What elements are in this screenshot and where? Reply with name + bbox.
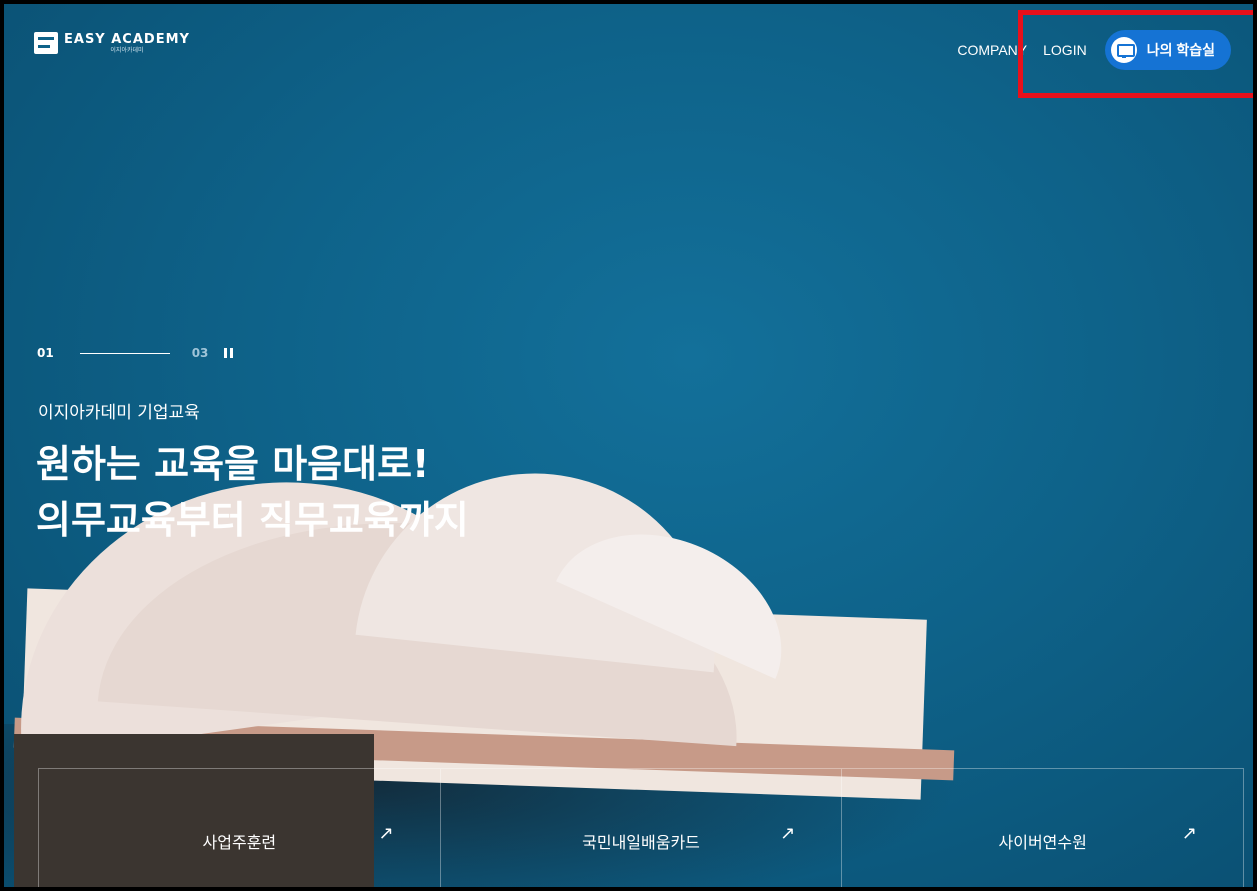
slide-total: 03 [191,346,209,360]
slide-progress-bar [79,352,170,354]
hero-headline: 원하는 교육을 마음대로! 의무교육부터 직무교육까지 [36,436,469,548]
slide-pager: 01 03 [37,346,234,360]
logo-subtitle: 이지아카데미 [110,46,144,54]
hero-headline-line-1: 원하는 교육을 마음대로! [36,442,430,486]
top-nav: COMPANY LOGIN 나의 학습실 [957,30,1231,70]
logo-mark-icon [34,32,58,54]
nav-company-link[interactable]: COMPANY [957,42,1027,58]
arrow-up-right-icon: ↗ [378,823,394,844]
nav-login-link[interactable]: LOGIN [1043,42,1087,58]
hero-headline-line-2: 의무교육부터 직무교육까지 [36,498,469,542]
my-classroom-button[interactable]: 나의 학습실 [1104,30,1231,70]
my-classroom-label: 나의 학습실 [1146,42,1215,58]
slide-current: 01 [37,346,54,360]
hero-eyebrow: 이지아카데미 기업교육 [38,403,200,423]
menu-item-learning-card[interactable]: 국민내일배움카드 ↗ [441,769,843,887]
monitor-icon [1110,37,1137,63]
quick-menu: 사업주훈련 ↗ 국민내일배움카드 ↗ 사이버연수원 ↗ [38,768,1245,887]
logo-title: EASY ACADEMY [64,31,190,47]
menu-item-cyber-institute[interactable]: 사이버연수원 ↗ [842,769,1245,887]
arrow-up-right-icon: ↗ [780,823,796,844]
site-header: EASY ACADEMY 이지아카데미 COMPANY LOGIN 나의 학습실 [4,4,1253,94]
site-logo[interactable]: EASY ACADEMY 이지아카데미 [34,32,190,54]
menu-item-employer-training[interactable]: 사업주훈련 ↗ [39,769,441,887]
page-frame: EASY ACADEMY 이지아카데미 COMPANY LOGIN 나의 학습실… [0,0,1257,891]
pause-icon[interactable] [224,348,234,358]
arrow-up-right-icon: ↗ [1181,823,1198,844]
